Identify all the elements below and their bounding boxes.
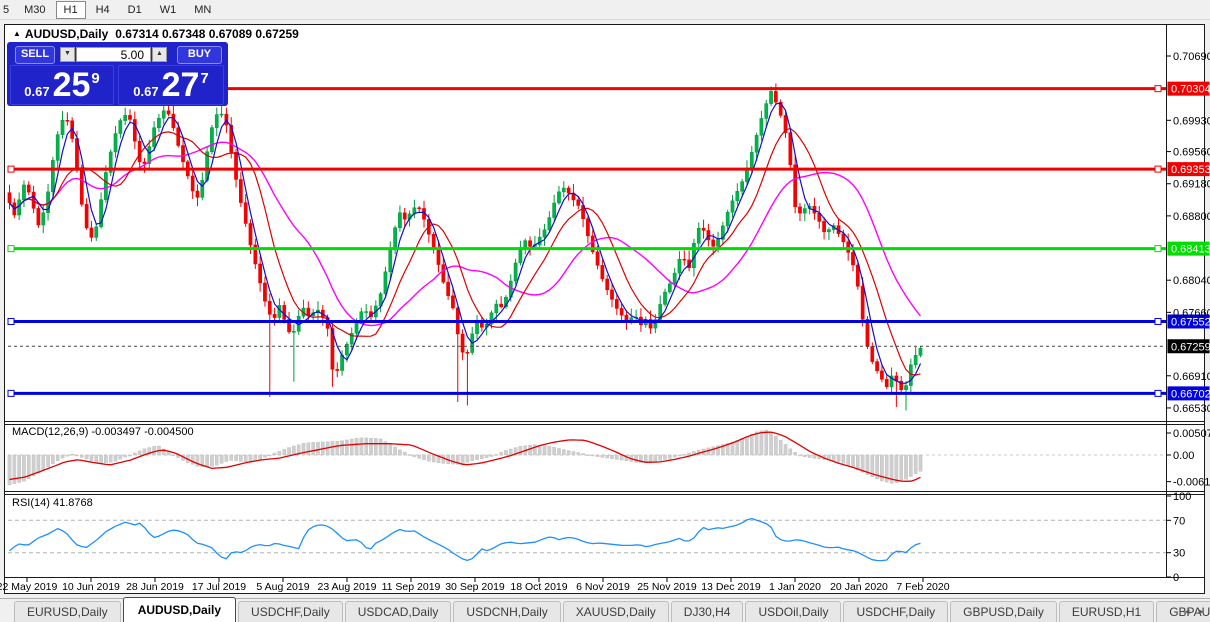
svg-text:0.66910: 0.66910 xyxy=(1173,371,1210,383)
sell-button[interactable]: SELL xyxy=(15,46,55,64)
chart-ohlc-values: 0.67314 0.67348 0.67089 0.67259 xyxy=(115,27,299,41)
rsi-indicator-label: RSI(14) 41.8768 xyxy=(12,497,93,509)
svg-text:0.69930: 0.69930 xyxy=(1173,115,1210,127)
buy-price-prefix: 0.67 xyxy=(133,83,159,99)
chart-tab-dj30-h4[interactable]: DJ30,H4 xyxy=(670,601,744,622)
svg-text:100: 100 xyxy=(1173,491,1191,503)
svg-text:0.68413: 0.68413 xyxy=(1171,244,1210,256)
chart-tab-gbpusd-daily[interactable]: GBPUSD,Daily xyxy=(950,601,1057,622)
svg-text:70: 70 xyxy=(1173,515,1185,527)
chart-tab-usdcnh-daily[interactable]: USDCNH,Daily xyxy=(453,601,561,622)
svg-text:0.66702: 0.66702 xyxy=(1171,388,1210,400)
svg-text:0.69180: 0.69180 xyxy=(1173,179,1210,191)
svg-text:-0.006148: -0.006148 xyxy=(1173,477,1210,489)
buy-button[interactable]: BUY xyxy=(177,46,222,64)
svg-text:22 May 2019: 22 May 2019 xyxy=(0,581,58,593)
timeframe-button-mn[interactable]: MN xyxy=(186,1,219,19)
svg-text:30: 30 xyxy=(1173,548,1185,560)
svg-text:13 Dec 2019: 13 Dec 2019 xyxy=(701,581,761,593)
svg-text:20 Jan 2020: 20 Jan 2020 xyxy=(830,581,888,593)
buy-price-display[interactable]: 0.67 27 7 xyxy=(118,65,224,105)
timeframe-button-h1[interactable]: H1 xyxy=(55,1,86,19)
sell-price-prefix: 0.67 xyxy=(24,83,50,99)
svg-text:28 Jun 2019: 28 Jun 2019 xyxy=(126,581,184,593)
buy-price-big: 27 xyxy=(161,66,200,104)
svg-text:0.00: 0.00 xyxy=(1173,450,1194,462)
svg-text:0.69353: 0.69353 xyxy=(1171,164,1210,176)
timeframe-button-5[interactable]: 5 xyxy=(1,1,14,19)
chart-tab-xauusd-daily[interactable]: XAUUSD,Daily xyxy=(562,601,669,622)
svg-text:0.70304: 0.70304 xyxy=(1171,84,1210,96)
sell-price-display[interactable]: 0.67 25 9 xyxy=(10,65,114,105)
svg-text:11 Sep 2019: 11 Sep 2019 xyxy=(382,581,441,593)
macd-indicator-label: MACD(12,26,9) -0.003497 -0.004500 xyxy=(12,426,194,438)
svg-text:23 Aug 2019: 23 Aug 2019 xyxy=(318,581,377,593)
svg-text:7 Feb 2020: 7 Feb 2020 xyxy=(896,581,949,593)
buy-price-pip: 7 xyxy=(200,69,209,87)
svg-text:0.67259: 0.67259 xyxy=(1171,341,1210,353)
volume-input[interactable] xyxy=(76,47,151,62)
chart-tab-audusd-daily[interactable]: AUDUSD,Daily xyxy=(122,597,237,622)
timeframe-button-w1[interactable]: W1 xyxy=(152,1,185,19)
one-click-trading-panel: SELL ▼ ▲ BUY 0.67259 0.67277 xyxy=(7,42,228,106)
volume-increase-button[interactable]: ▲ xyxy=(152,47,167,62)
svg-text:0.69560: 0.69560 xyxy=(1173,147,1210,159)
sell-price-pip: 9 xyxy=(91,69,100,87)
svg-text:0.005076: 0.005076 xyxy=(1173,428,1210,440)
tabs-scroll-arrows: ◄ ► xyxy=(1177,607,1205,616)
tabs-scroll-left-icon[interactable]: ◄ xyxy=(1183,607,1191,616)
chart-tab-eurusd-h1[interactable]: EURUSD,H1 xyxy=(1058,601,1155,622)
svg-text:1 Jan 2020: 1 Jan 2020 xyxy=(769,581,821,593)
svg-text:0.67660: 0.67660 xyxy=(1173,307,1210,319)
svg-text:0.68040: 0.68040 xyxy=(1173,275,1210,287)
timeframe-button-m30[interactable]: M30 xyxy=(16,1,53,19)
svg-text:0: 0 xyxy=(1173,572,1179,584)
tabs-scroll-right-icon[interactable]: ► xyxy=(1197,607,1205,616)
svg-text:5 Aug 2019: 5 Aug 2019 xyxy=(256,581,309,593)
timeframe-toolbar: 5 M30 H1 H4 D1 W1 MN xyxy=(0,0,1210,20)
timeframe-button-d1[interactable]: D1 xyxy=(120,1,150,19)
svg-text:0.70690: 0.70690 xyxy=(1173,51,1210,63)
timeframe-button-h4[interactable]: H4 xyxy=(88,1,118,19)
chart-tab-usdchf-daily[interactable]: USDCHF,Daily xyxy=(843,601,949,622)
collapse-icon[interactable]: ▲ xyxy=(13,29,21,38)
svg-text:6 Nov 2019: 6 Nov 2019 xyxy=(576,581,630,593)
chart-symbol-label: AUDUSD,Daily xyxy=(24,27,109,41)
svg-text:0.66530: 0.66530 xyxy=(1173,403,1210,415)
svg-text:30 Sep 2019: 30 Sep 2019 xyxy=(445,581,505,593)
chart-tab-usdcad-daily[interactable]: USDCAD,Daily xyxy=(344,601,452,622)
chart-tab-usdoil-daily[interactable]: USDOil,Daily xyxy=(745,601,842,622)
sell-price-big: 25 xyxy=(52,66,91,104)
svg-text:25 Nov 2019: 25 Nov 2019 xyxy=(637,581,697,593)
svg-text:0.68800: 0.68800 xyxy=(1173,211,1210,223)
svg-text:17 Jul 2019: 17 Jul 2019 xyxy=(192,581,246,593)
svg-text:10 Jun 2019: 10 Jun 2019 xyxy=(62,581,120,593)
volume-decrease-button[interactable]: ▼ xyxy=(60,47,75,62)
chart-tab-bar: EURUSD,Daily AUDUSD,Daily USDCHF,Daily USDC… xyxy=(0,597,1210,622)
chart-tab-usdchf-daily[interactable]: USDCHF,Daily xyxy=(238,601,343,622)
chart-tab-eurusd-daily[interactable]: EURUSD,Daily xyxy=(14,601,121,622)
chart-title: ▲ AUDUSD,Daily 0.67314 0.67348 0.67089 0.6… xyxy=(13,27,299,41)
svg-text:18 Oct 2019: 18 Oct 2019 xyxy=(510,581,567,593)
